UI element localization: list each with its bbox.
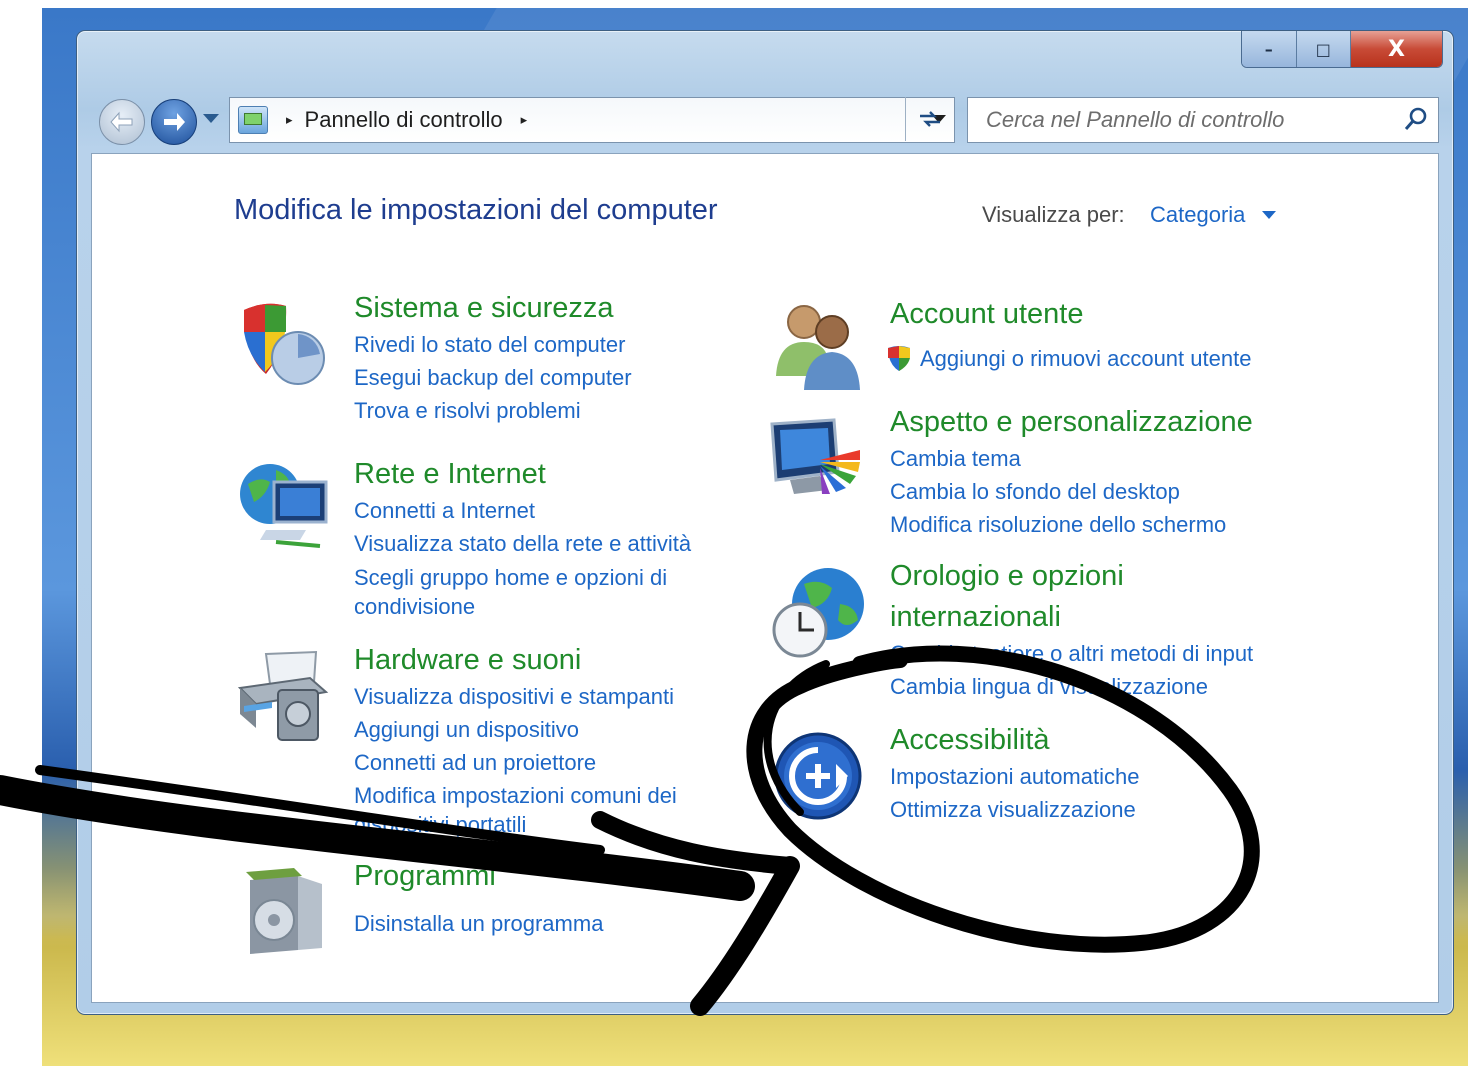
search-box[interactable] [967,97,1439,143]
view-by-label: Visualizza per: [982,202,1125,227]
link-keyboards-input[interactable]: Cambia tastiere o altri metodi di input [890,639,1253,668]
maximize-button[interactable]: □ [1296,31,1352,67]
minimize-button[interactable]: – [1242,31,1297,67]
printer-icon[interactable] [236,648,332,744]
monitor-palette-icon[interactable] [770,410,866,506]
link-desktop-background[interactable]: Cambia lo sfondo del desktop [890,477,1180,506]
ease-of-access-icon[interactable] [770,728,866,824]
search-input[interactable] [984,106,1388,134]
link-screen-resolution[interactable]: Modifica risoluzione dello schermo [890,510,1226,539]
screenshot: – □ X ▸ Pannello di controllo ▸ Modifica… [0,0,1468,1066]
back-button[interactable] [99,99,145,145]
software-box-icon[interactable] [236,864,332,960]
link-backup[interactable]: Esegui backup del computer [354,363,632,392]
shield-icon[interactable] [236,296,332,392]
link-connect-internet[interactable]: Connetti a Internet [354,496,535,525]
link-uninstall-program[interactable]: Disinstalla un programma [354,909,603,938]
caption-buttons: – □ X [1241,31,1443,68]
close-button[interactable]: X [1351,31,1442,67]
link-mobility-settings[interactable]: Modifica impostazioni comuni dei [354,781,677,810]
network-globe-icon[interactable] [236,462,332,558]
users-icon[interactable] [770,296,866,392]
link-homegroup[interactable]: Scegli gruppo home e opzioni di [354,563,667,592]
link-review-status[interactable]: Rivedi lo stato del computer [354,330,625,359]
link-automatic-settings[interactable]: Impostazioni automatiche [890,762,1139,791]
category-title[interactable]: Orologio e opzioni [890,556,1124,596]
breadcrumb-separator-icon[interactable]: ▸ [286,113,293,128]
link-network-status[interactable]: Visualizza stato della rete e attività [354,529,691,558]
page-title: Modifica le impostazioni del computer [234,194,718,226]
category-title[interactable]: Account utente [890,294,1083,334]
link-projector[interactable]: Connetti ad un proiettore [354,748,596,777]
category-title[interactable]: Aspetto e personalizzazione [890,402,1253,442]
search-icon[interactable] [1404,106,1428,132]
link-mobility-settings-2[interactable]: dispositivi portatili [354,810,526,839]
control-panel-icon [238,106,268,134]
link-add-device[interactable]: Aggiungi un dispositivo [354,715,579,744]
refresh-button[interactable] [905,97,954,141]
link-sharing[interactable]: condivisione [354,592,475,621]
category-title[interactable]: Hardware e suoni [354,640,581,680]
link-display-language[interactable]: Cambia lingua di visualizzazione [890,672,1208,701]
category-title[interactable]: Accessibilità [890,720,1050,760]
category-title[interactable]: Sistema e sicurezza [354,288,614,328]
category-title[interactable]: Rete e Internet [354,454,546,494]
forward-button[interactable] [151,99,197,145]
link-devices-printers[interactable]: Visualizza dispositivi e stampanti [354,682,674,711]
category-title-line-2[interactable]: internazionali [890,597,1061,637]
link-optimize-display[interactable]: Ottimizza visualizzazione [890,795,1136,824]
view-by-chevron-down-icon[interactable] [1262,211,1276,219]
control-panel-window: – □ X ▸ Pannello di controllo ▸ Modifica… [76,30,1454,1015]
view-by-dropdown[interactable]: Categoria [1150,202,1245,228]
recent-pages-dropdown[interactable] [203,114,219,123]
refresh-icon [920,111,940,127]
globe-clock-icon[interactable] [770,564,866,660]
content-pane: Modifica le impostazioni del computer Vi… [91,153,1439,1003]
address-bar[interactable]: ▸ Pannello di controllo ▸ [229,97,955,143]
back-arrow-icon [110,111,133,133]
uac-shield-icon [888,346,910,371]
breadcrumb-separator-icon[interactable]: ▸ [521,113,528,128]
forward-arrow-icon [164,113,185,131]
link-troubleshoot[interactable]: Trova e risolvi problemi [354,396,581,425]
link-change-theme[interactable]: Cambia tema [890,444,1021,473]
category-title[interactable]: Programmi [354,856,496,896]
breadcrumb-control-panel[interactable]: Pannello di controllo [305,107,503,133]
link-add-remove-accounts[interactable]: Aggiungi o rimuovi account utente [920,344,1251,373]
